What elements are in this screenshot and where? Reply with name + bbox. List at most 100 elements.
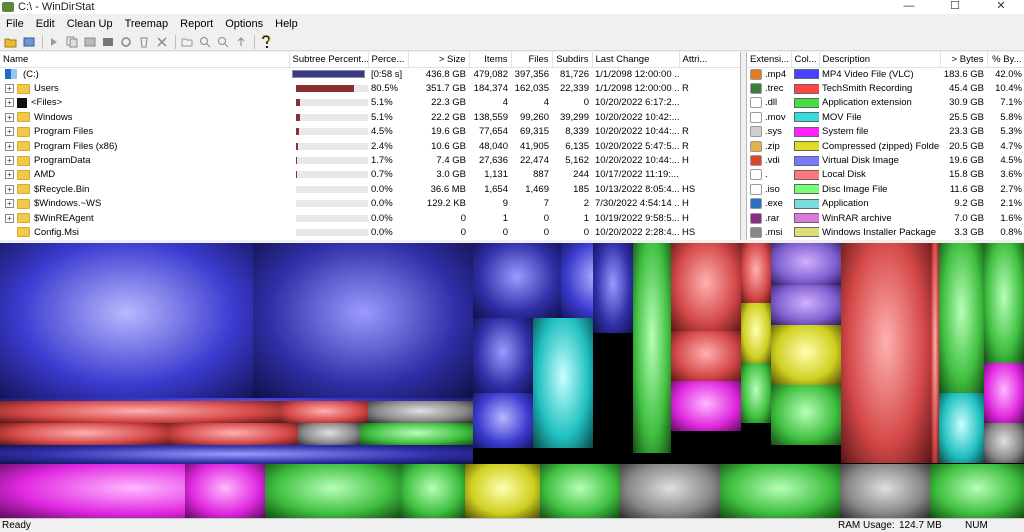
col-files-header[interactable]: Files <box>511 52 553 68</box>
col-lastchange-header[interactable]: Last Change <box>592 52 680 68</box>
zoom-out-icon[interactable] <box>215 34 231 50</box>
minimize-button[interactable]: — <box>886 0 932 14</box>
help-icon[interactable] <box>258 34 274 50</box>
treemap-cell[interactable] <box>841 243 931 463</box>
treemap-cell[interactable] <box>265 464 400 518</box>
treemap-cell[interactable] <box>0 423 168 445</box>
col-items-header[interactable]: Items <box>469 52 512 68</box>
expand-icon[interactable]: + <box>5 184 14 194</box>
treemap-cell[interactable] <box>0 401 280 423</box>
treemap-cell[interactable] <box>533 318 593 448</box>
treemap-cell[interactable] <box>368 401 473 423</box>
table-row[interactable]: + Users 80.5% 351.7 GB 184,374 162,035 22,339 1… <box>0 81 740 95</box>
menu-report[interactable]: Report <box>174 16 219 32</box>
treemap-cell[interactable] <box>0 446 473 464</box>
treemap-cell[interactable] <box>671 381 741 431</box>
table-row[interactable]: + Windows 5.1% 22.2 GB 138,559 99,260 39,299 10… <box>0 110 740 124</box>
treemap-cell[interactable] <box>939 393 984 463</box>
play-icon[interactable] <box>46 34 62 50</box>
treemap-cell[interactable] <box>360 423 473 445</box>
explorer-icon[interactable] <box>82 34 98 50</box>
col-description-header[interactable]: Description <box>819 52 941 68</box>
treemap-cell[interactable] <box>620 464 720 518</box>
treemap-cell[interactable] <box>253 243 473 398</box>
treemap-cell[interactable] <box>185 464 265 518</box>
treemap-cell[interactable] <box>473 318 533 393</box>
list-item[interactable]: .zip Compressed (zipped) Folder 20.5 GB 4.7… <box>747 139 1024 153</box>
list-item[interactable]: .dll Application extension 30.9 GB 7.1% <box>747 96 1024 110</box>
list-item[interactable]: .mov MOV File 25.5 GB 5.8% <box>747 110 1024 124</box>
expand-icon[interactable]: + <box>5 199 14 209</box>
treemap-cell[interactable] <box>771 243 841 285</box>
treemap-cell[interactable] <box>930 464 1024 518</box>
col-bytes-header[interactable]: > Bytes <box>940 52 988 68</box>
col-color-header[interactable]: Col... <box>791 52 820 68</box>
treemap-cell[interactable] <box>984 423 1024 463</box>
treemap-cell[interactable] <box>771 325 841 385</box>
zoom-in-icon[interactable] <box>197 34 213 50</box>
select-parent-icon[interactable] <box>233 34 249 50</box>
treemap-cell[interactable] <box>0 243 253 398</box>
treemap-cell[interactable] <box>771 285 841 325</box>
copy-icon[interactable] <box>64 34 80 50</box>
col-extension-header[interactable]: Extensi... <box>747 52 792 68</box>
table-row[interactable]: + $WinREAgent 0.0% 0 1 0 1 10/19/2022 9:58:5...… <box>0 211 740 225</box>
col-bytes-percent-header[interactable]: % By... <box>987 52 1024 68</box>
table-row[interactable]: (C:) [0:58 s] 436.8 GB 479,082 397,356 81,726… <box>0 67 740 81</box>
list-item[interactable]: . Local Disk 15.8 GB 3.6% <box>747 168 1024 182</box>
col-attr-header[interactable]: Attri... <box>679 52 740 68</box>
new-folder-icon[interactable] <box>179 34 195 50</box>
treemap-cell[interactable] <box>473 243 561 318</box>
table-row[interactable]: + <Files> 5.1% 22.3 GB 4 4 0 10/20/2022 6:17:2.… <box>0 96 740 110</box>
treemap-cell[interactable] <box>931 243 939 463</box>
table-row[interactable]: Config.Msi 0.0% 0 0 0 0 10/20/2022 2:28:4... HS <box>0 225 740 239</box>
table-row[interactable]: + $Recycle.Bin 0.0% 36.6 MB 1,654 1,469 185 10/… <box>0 182 740 196</box>
treemap-cell[interactable] <box>473 393 533 448</box>
treemap-cell[interactable] <box>540 464 620 518</box>
menu-options[interactable]: Options <box>219 16 269 32</box>
table-row[interactable]: + ProgramData 1.7% 7.4 GB 27,636 22,474 5,162 1… <box>0 153 740 167</box>
list-item[interactable]: .sys System file 23.3 GB 5.3% <box>747 125 1024 139</box>
list-item[interactable]: .vdi Virtual Disk Image 19.6 GB 4.5% <box>747 153 1024 167</box>
list-item[interactable]: .rar WinRAR archive 7.0 GB 1.6% <box>747 211 1024 225</box>
treemap-cell[interactable] <box>465 464 540 518</box>
treemap-cell[interactable] <box>168 423 298 445</box>
treemap-cell[interactable] <box>984 243 1024 363</box>
refresh-icon[interactable] <box>21 34 37 50</box>
treemap-cell[interactable] <box>771 385 841 445</box>
close-button[interactable]: ✕ <box>978 0 1024 14</box>
table-row[interactable]: + AMD 0.7% 3.0 GB 1,131 887 244 10/17/2022 11:1… <box>0 168 740 182</box>
treemap-cell[interactable] <box>671 331 741 381</box>
treemap-cell[interactable] <box>400 464 465 518</box>
menu-treemap[interactable]: Treemap <box>119 16 175 32</box>
recycle-icon[interactable] <box>136 34 152 50</box>
treemap-cell[interactable] <box>298 423 360 445</box>
expand-icon[interactable]: + <box>5 127 14 137</box>
list-item[interactable]: .exe Application 9.2 GB 2.1% <box>747 197 1024 211</box>
treemap-cell[interactable] <box>280 401 368 423</box>
open-icon[interactable] <box>3 34 19 50</box>
treemap-cell[interactable] <box>720 464 840 518</box>
treemap-cell[interactable] <box>939 243 984 393</box>
treemap-cell[interactable] <box>593 243 633 333</box>
maximize-button[interactable]: ☐ <box>932 0 978 14</box>
list-item[interactable]: .trec TechSmith Recording 45.4 GB 10.4% <box>747 81 1024 95</box>
menu-file[interactable]: File <box>0 16 30 32</box>
expand-icon[interactable]: + <box>5 112 14 122</box>
expand-icon[interactable]: + <box>5 141 14 151</box>
col-percent-header[interactable]: Perce... <box>368 52 409 68</box>
col-subdirs-header[interactable]: Subdirs <box>552 52 593 68</box>
treemap-cell[interactable] <box>840 464 930 518</box>
treemap-cell[interactable] <box>633 243 671 453</box>
col-size-header[interactable]: > Size <box>408 52 470 68</box>
expand-icon[interactable]: + <box>5 84 14 94</box>
table-row[interactable]: + Program Files 4.5% 19.6 GB 77,654 69,315 8,3… <box>0 125 740 139</box>
table-row[interactable]: + $Windows.~WS 0.0% 129.2 KB 9 7 2 7/30/2022 4:… <box>0 197 740 211</box>
expand-icon[interactable]: + <box>5 170 14 180</box>
treemap-view[interactable] <box>0 243 1024 518</box>
list-item[interactable]: .mp4 MP4 Video File (VLC) 183.6 GB 42.0% <box>747 67 1024 81</box>
col-name-header[interactable]: Name <box>0 52 290 68</box>
treemap-cell[interactable] <box>741 363 771 423</box>
col-subtree-header[interactable]: Subtree Percent... <box>289 52 369 68</box>
menu-clean-up[interactable]: Clean Up <box>61 16 119 32</box>
